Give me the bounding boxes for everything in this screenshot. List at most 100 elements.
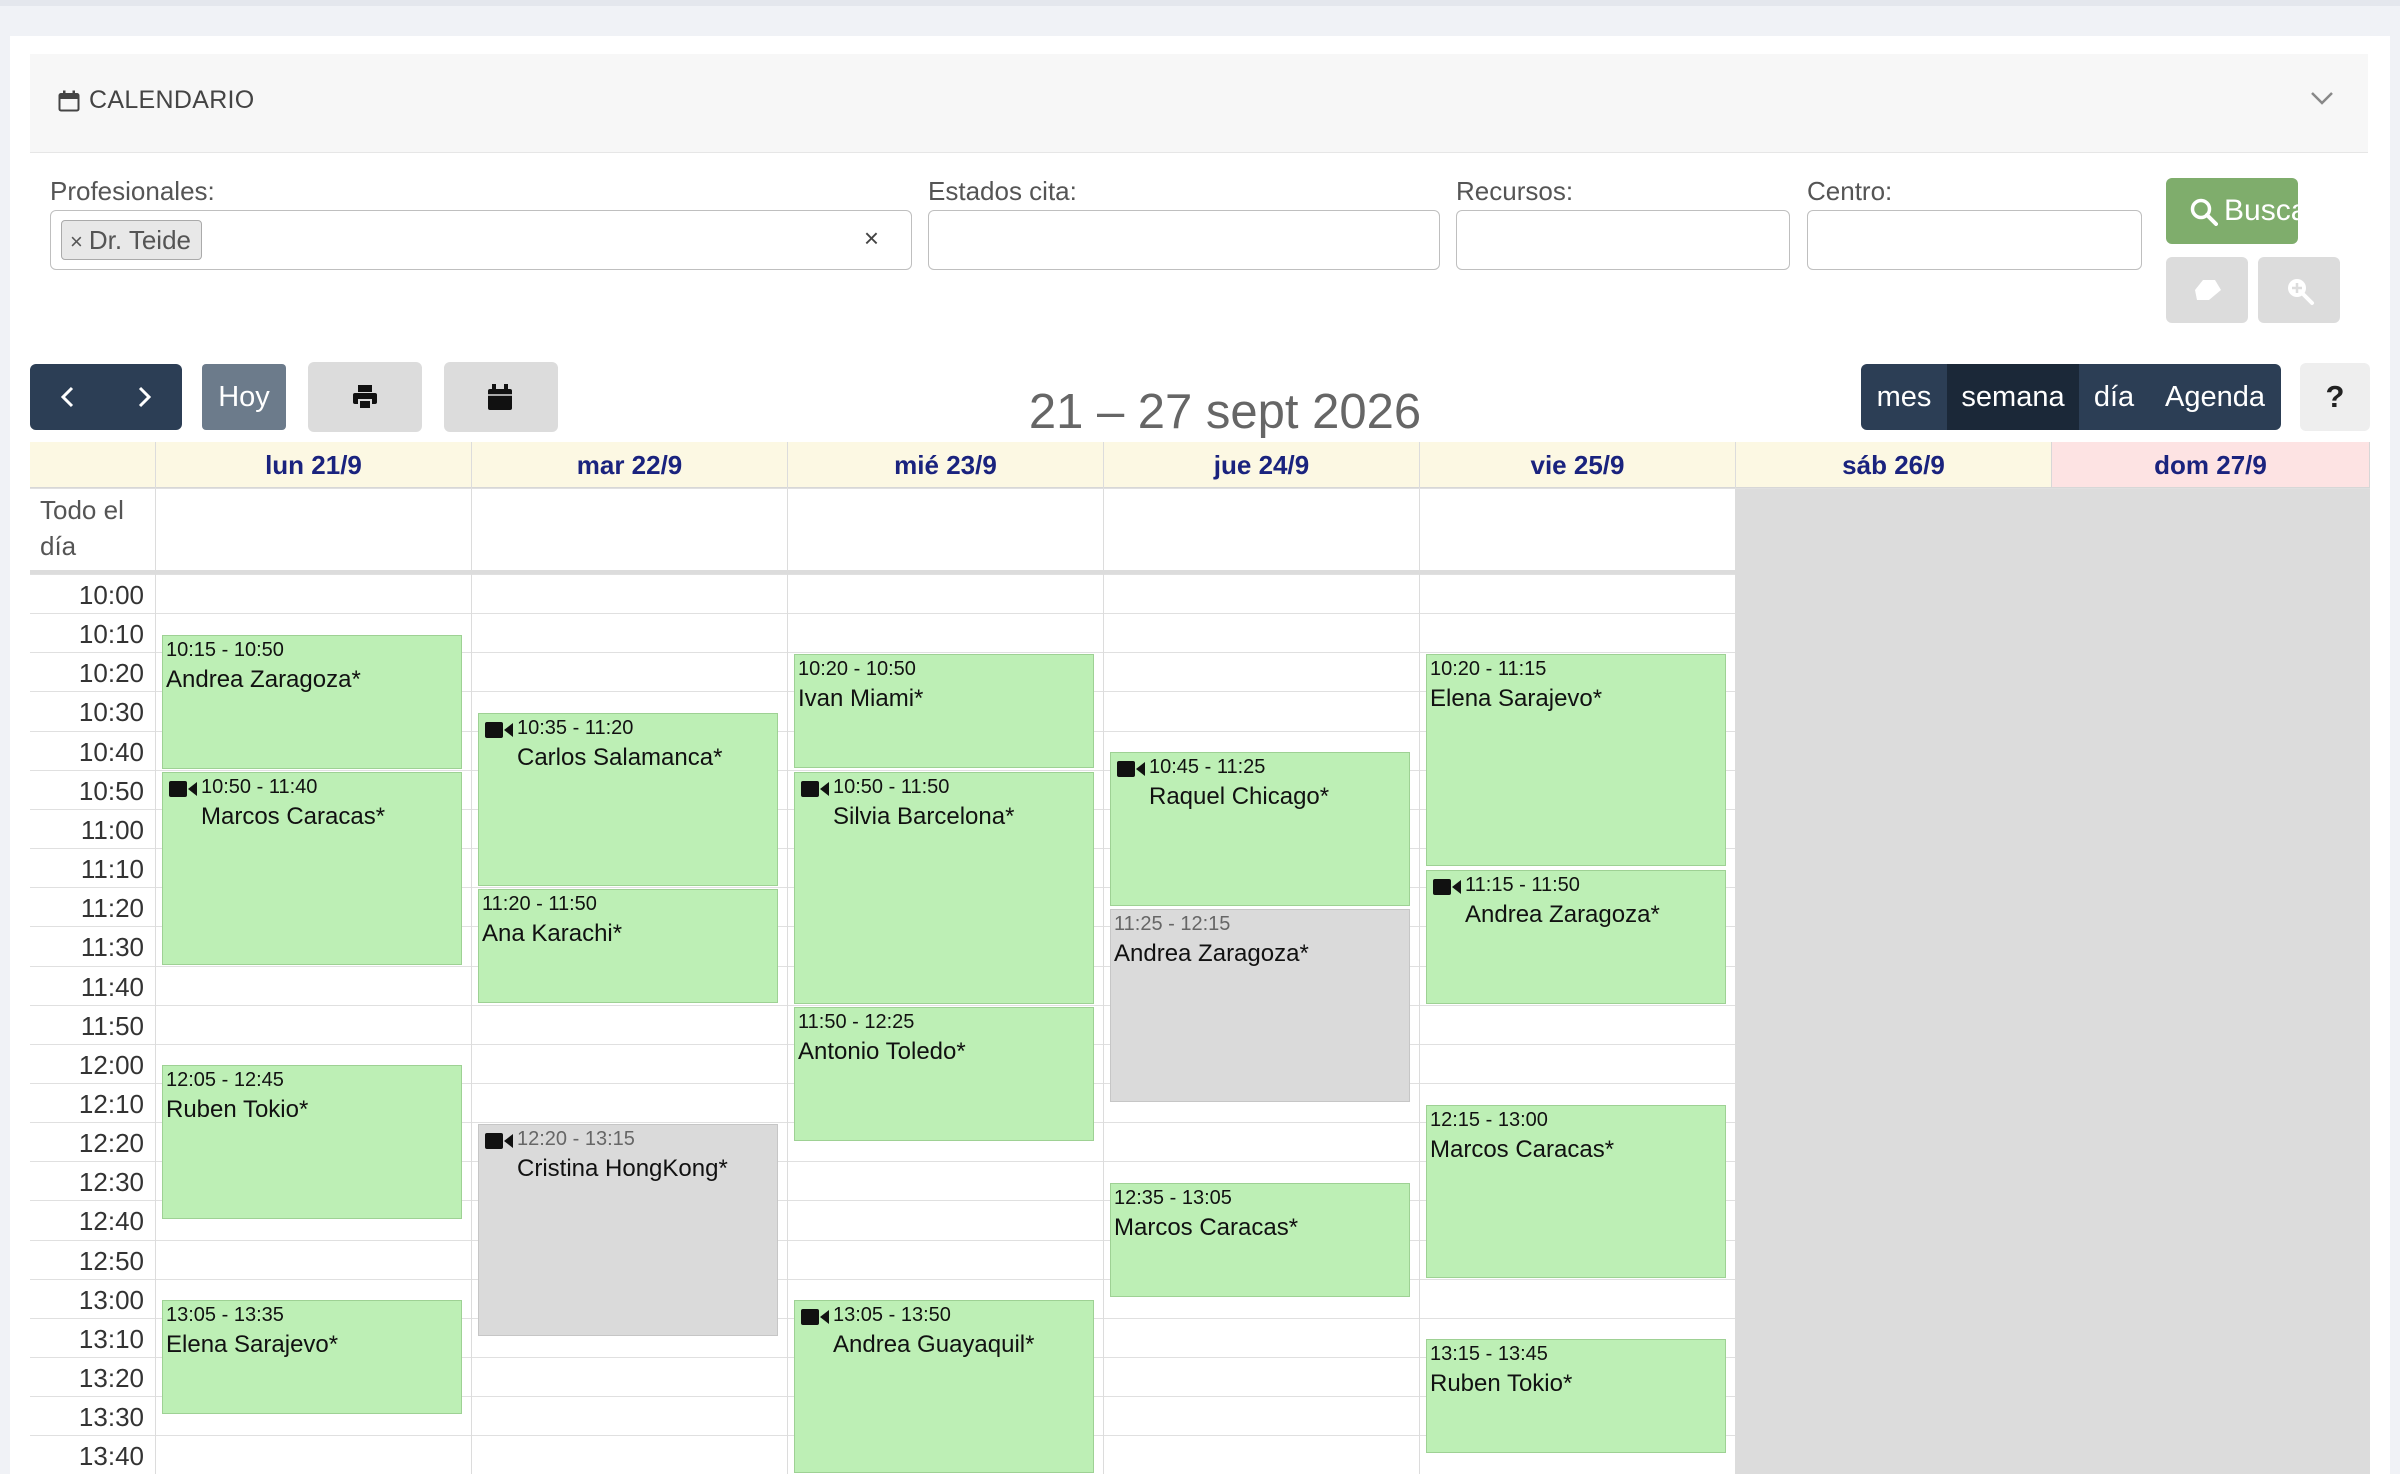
buscar-label: Buscar (2224, 194, 2318, 227)
appointment-event[interactable]: 10:20 - 10:50 Ivan Miami* (794, 654, 1094, 768)
buscar-button[interactable]: Buscar (2166, 178, 2317, 244)
time-label: 12:10 (78, 1089, 144, 1119)
event-time: 11:50 - 12:25 (798, 1011, 915, 1033)
time-label: 11:00 (80, 815, 144, 845)
event-patient-name: Ivan Miami* (798, 685, 924, 712)
calendar-icon (58, 90, 80, 112)
time-label: 13:10 (78, 1324, 144, 1354)
event-time: 11:20 - 11:50 (482, 893, 597, 915)
card-title: CALENDARIO (89, 86, 255, 114)
column-line (1735, 442, 1736, 1474)
appointment-event[interactable]: 13:15 - 13:45 Ruben Tokio* (1426, 1339, 1726, 1453)
event-time: 11:25 - 12:15 (1114, 913, 1231, 935)
header-line (30, 488, 2370, 489)
appointment-event[interactable]: 10:50 - 11:50 Silvia Barcelona* (794, 772, 1094, 1004)
appointment-event[interactable]: 12:15 - 13:00 Marcos Caracas* (1426, 1105, 1726, 1278)
chevron-down-icon[interactable] (2308, 84, 2336, 112)
video-camera-icon (1433, 879, 1461, 895)
event-patient-name: Marcos Caracas* (1114, 1214, 1299, 1241)
video-camera-icon (801, 1309, 829, 1325)
appointment-event[interactable]: 10:20 - 11:15 Elena Sarajevo* (1426, 654, 1726, 866)
all-day-label: Todo el día (40, 495, 124, 561)
day-header-3[interactable]: jue 24/9 (1104, 442, 1420, 488)
appointment-event[interactable]: 11:25 - 12:15 Andrea Zaragoza* (1110, 909, 1410, 1102)
event-patient-name: Marcos Caracas* (201, 803, 386, 830)
column-line (1103, 442, 1104, 1474)
appointment-event[interactable]: 10:35 - 11:20 Carlos Salamanca* (478, 713, 778, 886)
recursos-select[interactable] (1456, 210, 1790, 270)
column-line (155, 442, 156, 1474)
event-time: 10:20 - 11:15 (1430, 658, 1547, 680)
appointment-event[interactable]: 11:15 - 11:50 Andrea Zaragoza* (1426, 870, 1726, 1004)
event-time: 10:50 - 11:40 (201, 776, 318, 798)
day-header-1[interactable]: mar 22/9 (472, 442, 788, 488)
day-header-5[interactable]: sáb 26/9 (1736, 442, 2052, 488)
view-dia-button[interactable]: día (2079, 364, 2149, 430)
time-label: 11:10 (80, 854, 144, 884)
event-time: 12:20 - 13:15 (517, 1128, 635, 1150)
appointment-event[interactable]: 12:35 - 13:05 Marcos Caracas* (1110, 1183, 1410, 1297)
video-camera-icon (169, 781, 197, 797)
time-label: 11:40 (80, 972, 144, 1002)
time-label: 11:30 (80, 932, 144, 962)
event-patient-name: Ruben Tokio* (1430, 1370, 1573, 1397)
time-label: 13:00 (78, 1285, 144, 1315)
event-patient-name: Antonio Toledo* (798, 1038, 966, 1065)
profesional-chip[interactable]: × Dr. Teide (61, 220, 202, 260)
clear-selection-icon[interactable]: × (864, 223, 879, 254)
event-patient-name: Andrea Guayaquil* (833, 1331, 1035, 1358)
view-semana-button[interactable]: semana (1947, 364, 2079, 430)
day-header-6[interactable]: dom 27/9 (2052, 442, 2370, 488)
time-label: 10:30 (78, 697, 144, 727)
card-header: CALENDARIO (30, 54, 2368, 153)
event-time: 10:20 - 10:50 (798, 658, 916, 680)
event-patient-name: Raquel Chicago* (1149, 783, 1330, 810)
day-header-4[interactable]: vie 25/9 (1420, 442, 1736, 488)
event-time: 10:35 - 11:20 (517, 717, 634, 739)
slot-line (30, 613, 1736, 614)
event-time: 10:45 - 11:25 (1149, 756, 1266, 778)
event-time: 12:05 - 12:45 (166, 1069, 284, 1091)
appointment-event[interactable]: 13:05 - 13:35 Elena Sarajevo* (162, 1300, 462, 1414)
time-label: 10:50 (78, 776, 144, 806)
estados-label: Estados cita: (928, 176, 1077, 206)
time-label: 12:20 (78, 1128, 144, 1158)
estados-select[interactable] (928, 210, 1440, 270)
weekend-area (1736, 489, 2370, 1474)
profesionales-select[interactable]: × Dr. Teide × (50, 210, 912, 270)
zoom-button[interactable] (2258, 257, 2340, 323)
centro-select[interactable] (1807, 210, 2142, 270)
appointment-event[interactable]: 11:50 - 12:25 Antonio Toledo* (794, 1007, 1094, 1141)
day-header-2[interactable]: mié 23/9 (788, 442, 1104, 488)
column-line (1419, 442, 1420, 1474)
time-label: 10:20 (78, 658, 144, 688)
appointment-event[interactable]: 10:45 - 11:25 Raquel Chicago* (1110, 752, 1410, 906)
time-label: 10:00 (78, 580, 144, 610)
event-time: 10:15 - 10:50 (166, 639, 284, 661)
time-label: 13:30 (78, 1402, 144, 1432)
day-header-0[interactable]: lun 21/9 (156, 442, 472, 488)
view-switcher: mes semana día Agenda (1861, 364, 2281, 430)
chip-remove-icon[interactable]: × (70, 229, 83, 254)
time-axis-header (30, 442, 156, 488)
chip-label: Dr. Teide (88, 225, 191, 255)
appointment-event[interactable]: 11:20 - 11:50 Ana Karachi* (478, 889, 778, 1003)
appointment-event[interactable]: 12:05 - 12:45 Ruben Tokio* (162, 1065, 462, 1219)
top-border (0, 0, 2400, 6)
event-patient-name: Cristina HongKong* (517, 1155, 728, 1182)
event-patient-name: Ana Karachi* (482, 920, 623, 947)
appointment-event[interactable]: 12:20 - 13:15 Cristina HongKong* (478, 1124, 778, 1336)
centro-label: Centro: (1807, 176, 1893, 206)
appointment-event[interactable]: 10:50 - 11:40 Marcos Caracas* (162, 772, 462, 965)
column-line (471, 442, 472, 1474)
event-time: 10:50 - 11:50 (833, 776, 950, 798)
event-patient-name: Andrea Zaragoza* (1114, 940, 1309, 967)
event-patient-name: Andrea Zaragoza* (1465, 901, 1660, 928)
help-button[interactable]: ? (2300, 363, 2370, 431)
clear-filters-button[interactable] (2166, 257, 2248, 323)
appointment-event[interactable]: 13:05 - 13:50 Andrea Guayaquil* (794, 1300, 1094, 1473)
view-agenda-button[interactable]: Agenda (2149, 364, 2281, 430)
view-mes-button[interactable]: mes (1861, 364, 1947, 430)
time-label: 12:30 (78, 1167, 144, 1197)
appointment-event[interactable]: 10:15 - 10:50 Andrea Zaragoza* (162, 635, 462, 769)
